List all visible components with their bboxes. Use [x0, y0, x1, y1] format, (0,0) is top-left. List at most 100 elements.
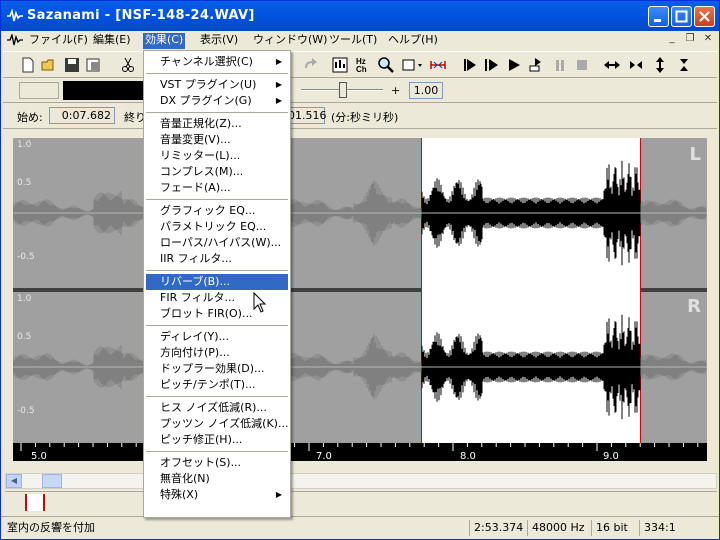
horizontal-scrollbar[interactable]: ◀ [5, 473, 717, 489]
submenu-arrow-icon: ▶ [275, 96, 282, 105]
effect-menu-item[interactable]: ピッチ/テンポ(T)... [146, 377, 288, 393]
menu-tools[interactable]: ツール(T) [327, 33, 379, 49]
status-rate: 48000 Hz [527, 520, 589, 536]
submenu-arrow-icon: ▶ [275, 490, 282, 499]
zoom-icon[interactable] [377, 56, 395, 74]
mdi-restore-icon[interactable]: ❐ [683, 33, 697, 47]
effect-menu-item[interactable]: リミッター(L)... [146, 148, 288, 164]
right-channel-label: R [687, 296, 701, 317]
stop-icon[interactable] [573, 56, 591, 74]
effect-menu-item[interactable]: 音量正規化(Z)... [146, 116, 288, 132]
redo-icon[interactable] [301, 56, 319, 74]
ruler-tick-label: 9.0 [603, 451, 619, 462]
menu-effect[interactable]: 効果(C) [143, 33, 186, 49]
minimize-button[interactable] [648, 6, 669, 27]
effect-menu-item[interactable]: VST プラグイン(U) ▶ [146, 77, 288, 93]
effect-menu-item[interactable]: グラフィック EQ... [146, 203, 288, 219]
volume-box[interactable] [19, 82, 59, 99]
new-file-icon[interactable] [19, 56, 37, 74]
open-folder-icon[interactable] [41, 56, 59, 74]
effect-menu-item-label: 方向付け(P)... [160, 346, 230, 359]
scroll-left-icon[interactable]: ◀ [6, 474, 22, 488]
save-icon[interactable] [63, 56, 81, 74]
close-button[interactable] [694, 6, 715, 27]
app-icon [7, 9, 23, 22]
cut-icon[interactable] [119, 56, 137, 74]
effect-menu-item[interactable]: ピッチ修正(H)... [146, 432, 288, 448]
menu-separator [146, 451, 288, 452]
menu-edit[interactable]: 編集(E) [91, 33, 133, 49]
status-hint: 室内の反響を付加 [7, 521, 95, 534]
time-ruler[interactable]: 5.0 7.0 8.0 9.0 [13, 443, 707, 462]
speed-value-field[interactable]: 1.00 [409, 82, 443, 99]
effect-menu-item[interactable]: プッツン ノイズ低減(K)... [146, 416, 288, 432]
zoom-in-horizontal-icon[interactable] [603, 56, 621, 74]
maximize-icon [675, 10, 688, 23]
effect-menu-item-label: FIR フィルタ... [160, 291, 235, 304]
zoom-out-vertical-icon[interactable] [675, 56, 693, 74]
select-dropdown-icon[interactable] [401, 56, 427, 74]
play-icon[interactable] [505, 56, 523, 74]
effect-menu-item-label: リミッター(L)... [160, 149, 241, 162]
minimize-icon [654, 19, 661, 22]
effect-menu-item[interactable]: 無音化(N) [146, 471, 288, 487]
fit-selection-icon[interactable] [429, 56, 447, 74]
mdi-close-icon[interactable]: ✕ [701, 33, 715, 47]
title-bar[interactable]: Sazanami - [NSF-148-24.WAV] [1, 1, 719, 31]
effect-menu-item[interactable]: オフセット(S)... [146, 455, 288, 471]
start-time-field[interactable]: 0:07.682 [49, 107, 115, 124]
overview-selection[interactable] [25, 494, 45, 511]
effect-menu-item[interactable]: DX プラグイン(G) ▶ [146, 93, 288, 109]
submenu-arrow-icon: ▶ [275, 57, 282, 66]
mouse-pointer-icon [253, 292, 267, 313]
effect-menu-item-label: VST プラグイン(U) [160, 78, 257, 91]
effect-menu-item-label: グラフィック EQ... [160, 204, 256, 217]
speed-slider-thumb[interactable] [339, 82, 347, 98]
channel-hz-icon[interactable]: HzCh [355, 56, 373, 74]
effect-menu-item-label: オフセット(S)... [160, 456, 242, 469]
left-channel-label: L [689, 144, 701, 165]
mixer-icon[interactable] [331, 56, 349, 74]
scroll-thumb[interactable] [42, 474, 62, 488]
effect-menu-item[interactable]: 方向付け(P)... [146, 345, 288, 361]
effect-dropdown-menu: チャンネル選択(C) ▶ VST プラグイン(U) ▶ DX プラグイン(G) ▶ 音量正規… [143, 50, 291, 518]
play-from-start-icon[interactable] [461, 56, 479, 74]
mdi-minimize-icon[interactable]: _ [665, 33, 679, 47]
play-selection-icon[interactable] [483, 56, 501, 74]
speed-plus-label: + [391, 84, 401, 97]
menu-window[interactable]: ウィンドウ(W) [251, 33, 329, 49]
effect-menu-item[interactable]: 音量変更(V)... [146, 132, 288, 148]
ruler-tick-label: 8.0 [460, 451, 476, 462]
start-label: 始め: [17, 111, 43, 124]
effect-menu-item[interactable]: パラメトリック EQ... [146, 219, 288, 235]
pause-icon[interactable] [551, 56, 569, 74]
position-bar: 始め: 0:07.682 終り 01.516 (分:秒ミリ秒) [3, 104, 717, 129]
menu-file[interactable]: ファイル(F) [27, 33, 90, 49]
window-title: Sazanami - [NSF-148-24.WAV] [27, 8, 255, 23]
effect-menu-item[interactable]: チャンネル選択(C) ▶ [146, 54, 288, 70]
maximize-button[interactable] [671, 6, 692, 27]
menu-view[interactable]: 表示(V) [198, 33, 240, 49]
zoom-out-horizontal-icon[interactable] [627, 56, 645, 74]
effect-menu-item[interactable]: IIR フィルタ... [146, 251, 288, 267]
effect-menu-item[interactable]: ディレイ(Y)... [146, 329, 288, 345]
overview-bar[interactable] [5, 491, 717, 513]
effect-menu-item-label: ピッチ/テンポ(T)... [160, 378, 256, 391]
y-label-r-half: 0.5 [17, 332, 32, 342]
effect-menu-item[interactable]: 特殊(X) ▶ [146, 487, 288, 503]
effect-menu-item[interactable]: リバーブ(B)... [146, 274, 288, 290]
end-time-field[interactable]: 01.516 [287, 107, 327, 124]
effect-menu-item[interactable]: コンプレス(M)... [146, 164, 288, 180]
zoom-in-vertical-icon[interactable] [651, 56, 669, 74]
effect-menu-item[interactable]: フェード(A)... [146, 180, 288, 196]
effect-menu-item[interactable]: ローパス/ハイパス(W)... [146, 235, 288, 251]
menu-help[interactable]: ヘルプ(H) [386, 33, 440, 49]
play-loop-icon[interactable] [527, 56, 545, 74]
properties-icon[interactable] [85, 56, 103, 74]
y-label-r-top: 1.0 [17, 294, 32, 304]
effect-menu-item[interactable]: ヒス ノイズ低減(R)... [146, 400, 288, 416]
menu-separator [146, 112, 288, 113]
effect-menu-item-label: 特殊(X) [160, 488, 199, 501]
effect-menu-item[interactable]: ドップラー効果(D)... [146, 361, 288, 377]
waveform-view[interactable]: 1.0 0.5 -0.5 1.0 0.5 -0.5 L R [13, 138, 707, 443]
